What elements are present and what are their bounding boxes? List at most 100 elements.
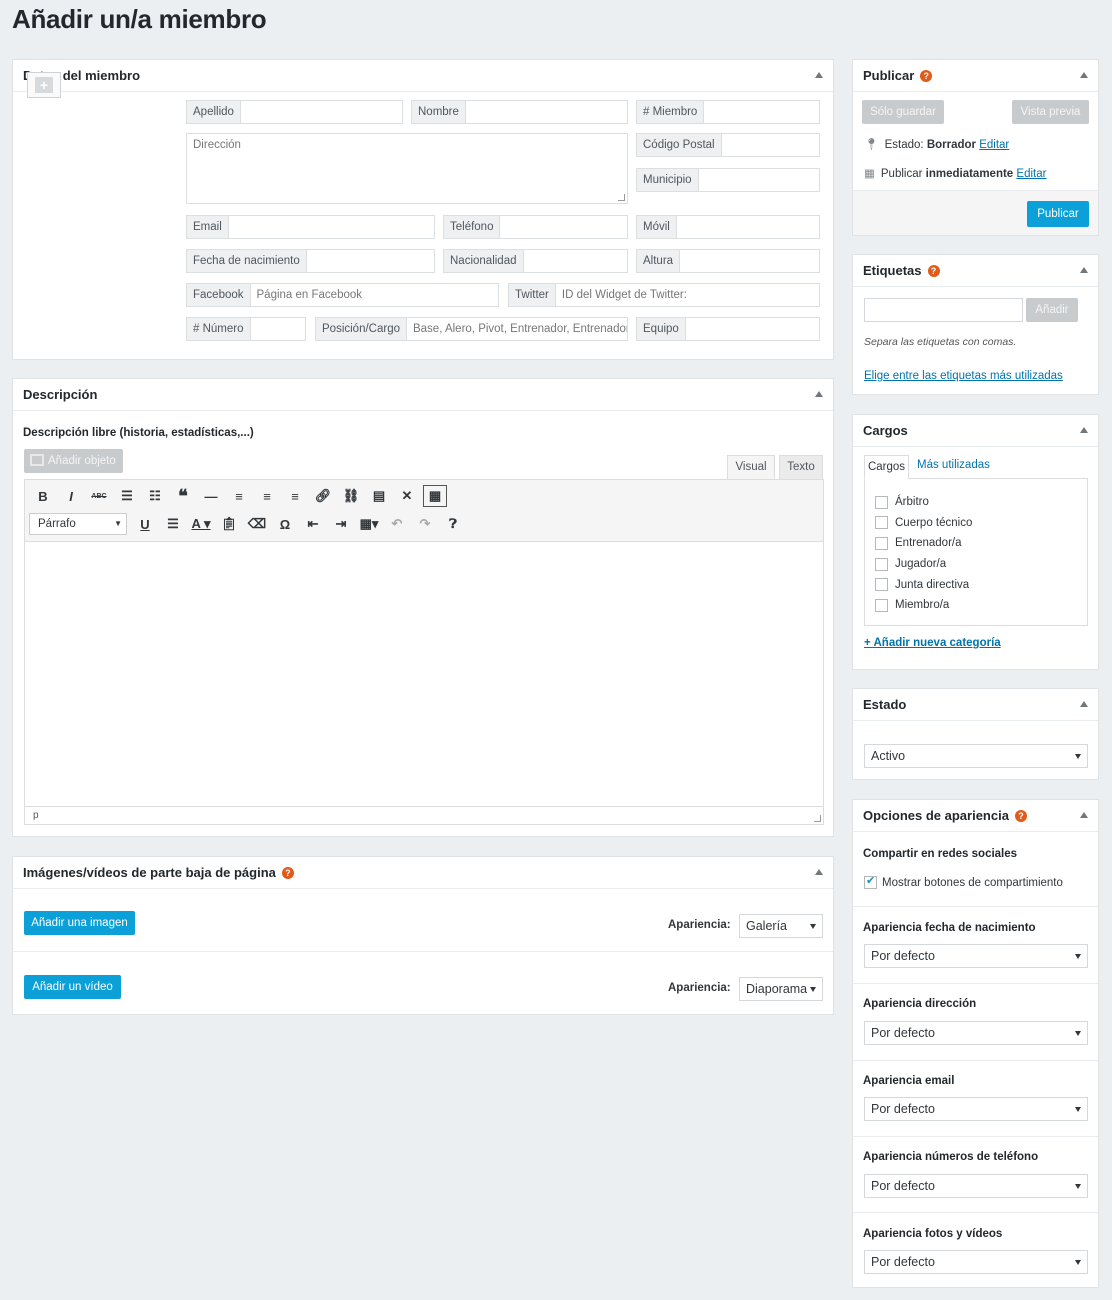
fullscreen-icon[interactable]: ✕ — [393, 484, 421, 508]
align-right-icon[interactable]: ≡ — [281, 484, 309, 508]
collapse-arrow-icon[interactable] — [1080, 427, 1088, 433]
tag-input[interactable] — [864, 298, 1023, 322]
link-icon[interactable]: 🔗︎ — [309, 484, 337, 508]
birthdate-appearance-select[interactable]: Por defecto — [864, 944, 1088, 968]
resize-grip-icon[interactable] — [618, 194, 625, 201]
team-field[interactable]: Equipo — [636, 317, 820, 341]
checkbox[interactable] — [875, 578, 888, 592]
share-checkbox-row[interactable]: Mostrar botones de compartimiento — [864, 874, 1063, 889]
description-header[interactable]: Descripción — [13, 379, 833, 411]
list-item[interactable]: Junta directiva — [875, 574, 1087, 595]
justify-icon[interactable]: ☰ — [159, 512, 187, 536]
list-item[interactable]: Jugador/a — [875, 554, 1087, 575]
collapse-arrow-icon[interactable] — [1080, 72, 1088, 78]
nationality-field[interactable]: Nacionalidad — [443, 249, 628, 273]
paste-text-icon[interactable]: 📋︎ — [215, 512, 243, 536]
publish-header[interactable]: Publicar ? — [853, 60, 1098, 92]
address-textarea[interactable]: Dirección — [186, 133, 628, 204]
phone-appearance-select[interactable]: Por defecto — [864, 1174, 1088, 1198]
video-appearance-select[interactable]: Diaporama — [739, 977, 823, 1001]
share-checkbox[interactable] — [864, 874, 877, 889]
member-data-header[interactable]: Datos del miembro — [13, 60, 833, 92]
address-appearance-select[interactable]: Por defecto — [864, 1021, 1088, 1045]
tab-all-cargos[interactable]: Cargos — [864, 455, 909, 479]
undo-icon[interactable]: ↶ — [383, 512, 411, 536]
add-photo-button[interactable]: + — [27, 72, 61, 98]
preview-button[interactable]: Vista previa — [1012, 100, 1089, 124]
image-appearance-select[interactable]: Galería — [739, 914, 823, 938]
checkbox[interactable] — [875, 557, 888, 571]
special-character-icon[interactable]: Ω — [271, 512, 299, 536]
align-left-icon[interactable]: ≡ — [225, 484, 253, 508]
facebook-field[interactable]: Facebook Página en Facebook — [186, 283, 499, 307]
tab-text[interactable]: Texto — [779, 455, 823, 479]
height-field[interactable]: Altura — [636, 249, 820, 273]
collapse-arrow-icon[interactable] — [815, 72, 823, 78]
underline-icon[interactable]: U — [131, 512, 159, 536]
tab-popular-cargos[interactable]: Más utilizadas — [917, 459, 990, 471]
italic-icon[interactable]: I — [57, 484, 85, 508]
publish-button[interactable]: Publicar — [1027, 201, 1089, 227]
help-icon[interactable]: ? — [920, 69, 933, 82]
collapse-arrow-icon[interactable] — [1080, 267, 1088, 273]
checkbox[interactable] — [875, 536, 888, 550]
text-color-icon[interactable]: A ▾ — [187, 512, 215, 536]
apellido-field[interactable]: Apellido — [186, 100, 403, 124]
appearance-header[interactable]: Opciones de apariencia ? — [853, 800, 1098, 832]
redo-icon[interactable]: ↷ — [411, 512, 439, 536]
phone-field[interactable]: Teléfono — [443, 215, 628, 239]
clear-formatting-icon[interactable]: ⌫ — [243, 512, 271, 536]
twitter-field[interactable]: Twitter ID del Widget de Twitter: — [508, 283, 820, 307]
editor-resize-icon[interactable] — [814, 815, 821, 822]
add-video-button[interactable]: Añadir un vídeo — [24, 975, 121, 999]
list-item[interactable]: Miembro/a — [875, 595, 1087, 616]
unlink-icon[interactable]: ⛓︎ — [337, 484, 365, 508]
help-icon[interactable]: ❓︎ — [439, 512, 467, 536]
estado-header[interactable]: Estado — [853, 689, 1098, 721]
edit-schedule-link[interactable]: Editar — [1016, 168, 1046, 180]
editor-path[interactable]: p — [33, 810, 39, 821]
estado-select[interactable]: Activo — [864, 744, 1088, 768]
help-icon[interactable]: ? — [1014, 809, 1027, 822]
checkbox[interactable] — [875, 598, 888, 612]
read-more-icon[interactable]: ▤ — [365, 484, 393, 508]
collapse-arrow-icon[interactable] — [815, 869, 823, 875]
help-icon[interactable]: ? — [927, 264, 940, 277]
list-item[interactable]: Cuerpo técnico — [875, 513, 1087, 534]
municipality-field[interactable]: Municipio — [636, 168, 820, 192]
editor-content-area[interactable] — [25, 542, 823, 808]
list-item[interactable]: Árbitro — [875, 492, 1087, 513]
add-image-button[interactable]: Añadir una imagen — [24, 911, 135, 935]
bold-icon[interactable]: B — [29, 484, 57, 508]
add-category-link[interactable]: + Añadir nueva categoría — [864, 637, 1001, 649]
photos-appearance-select[interactable]: Por defecto — [864, 1250, 1088, 1274]
collapse-arrow-icon[interactable] — [1080, 812, 1088, 818]
format-select[interactable]: Párrafo ▼ — [29, 513, 127, 535]
edit-status-link[interactable]: Editar — [979, 139, 1009, 151]
indent-icon[interactable]: ⇥ — [327, 512, 355, 536]
cargos-header[interactable]: Cargos — [853, 415, 1098, 447]
email-field[interactable]: Email — [186, 215, 435, 239]
checkbox[interactable] — [875, 495, 888, 509]
popular-tags-link[interactable]: Elige entre las etiquetas más utilizadas — [864, 370, 1063, 382]
member-number-field[interactable]: # Miembro — [636, 100, 820, 124]
postal-code-field[interactable]: Código Postal — [636, 133, 820, 157]
add-media-button[interactable]: Añadir objeto — [24, 449, 123, 473]
mobile-field[interactable]: Móvil — [636, 215, 820, 239]
add-tag-button[interactable]: Añadir — [1026, 298, 1078, 322]
email-appearance-select[interactable]: Por defecto — [864, 1097, 1088, 1121]
collapse-arrow-icon[interactable] — [1080, 701, 1088, 707]
save-draft-button[interactable]: Sólo guardar — [862, 100, 944, 124]
horizontal-line-icon[interactable]: — — [197, 484, 225, 508]
outdent-icon[interactable]: ⇤ — [299, 512, 327, 536]
tab-visual[interactable]: Visual — [727, 455, 775, 479]
number-field[interactable]: # Número — [186, 317, 306, 341]
toolbar-toggle-icon[interactable]: ▦ — [423, 485, 447, 507]
strikethrough-icon[interactable]: ABC — [85, 484, 113, 508]
position-field[interactable]: Posición/Cargo Base, Alero, Pivot, Entren… — [315, 317, 628, 341]
table-icon[interactable]: ▦▾ — [355, 512, 383, 536]
checkbox[interactable] — [875, 516, 888, 530]
list-item[interactable]: Entrenador/a — [875, 533, 1087, 554]
tags-header[interactable]: Etiquetas ? — [853, 255, 1098, 287]
numbered-list-icon[interactable]: ☷ — [141, 484, 169, 508]
